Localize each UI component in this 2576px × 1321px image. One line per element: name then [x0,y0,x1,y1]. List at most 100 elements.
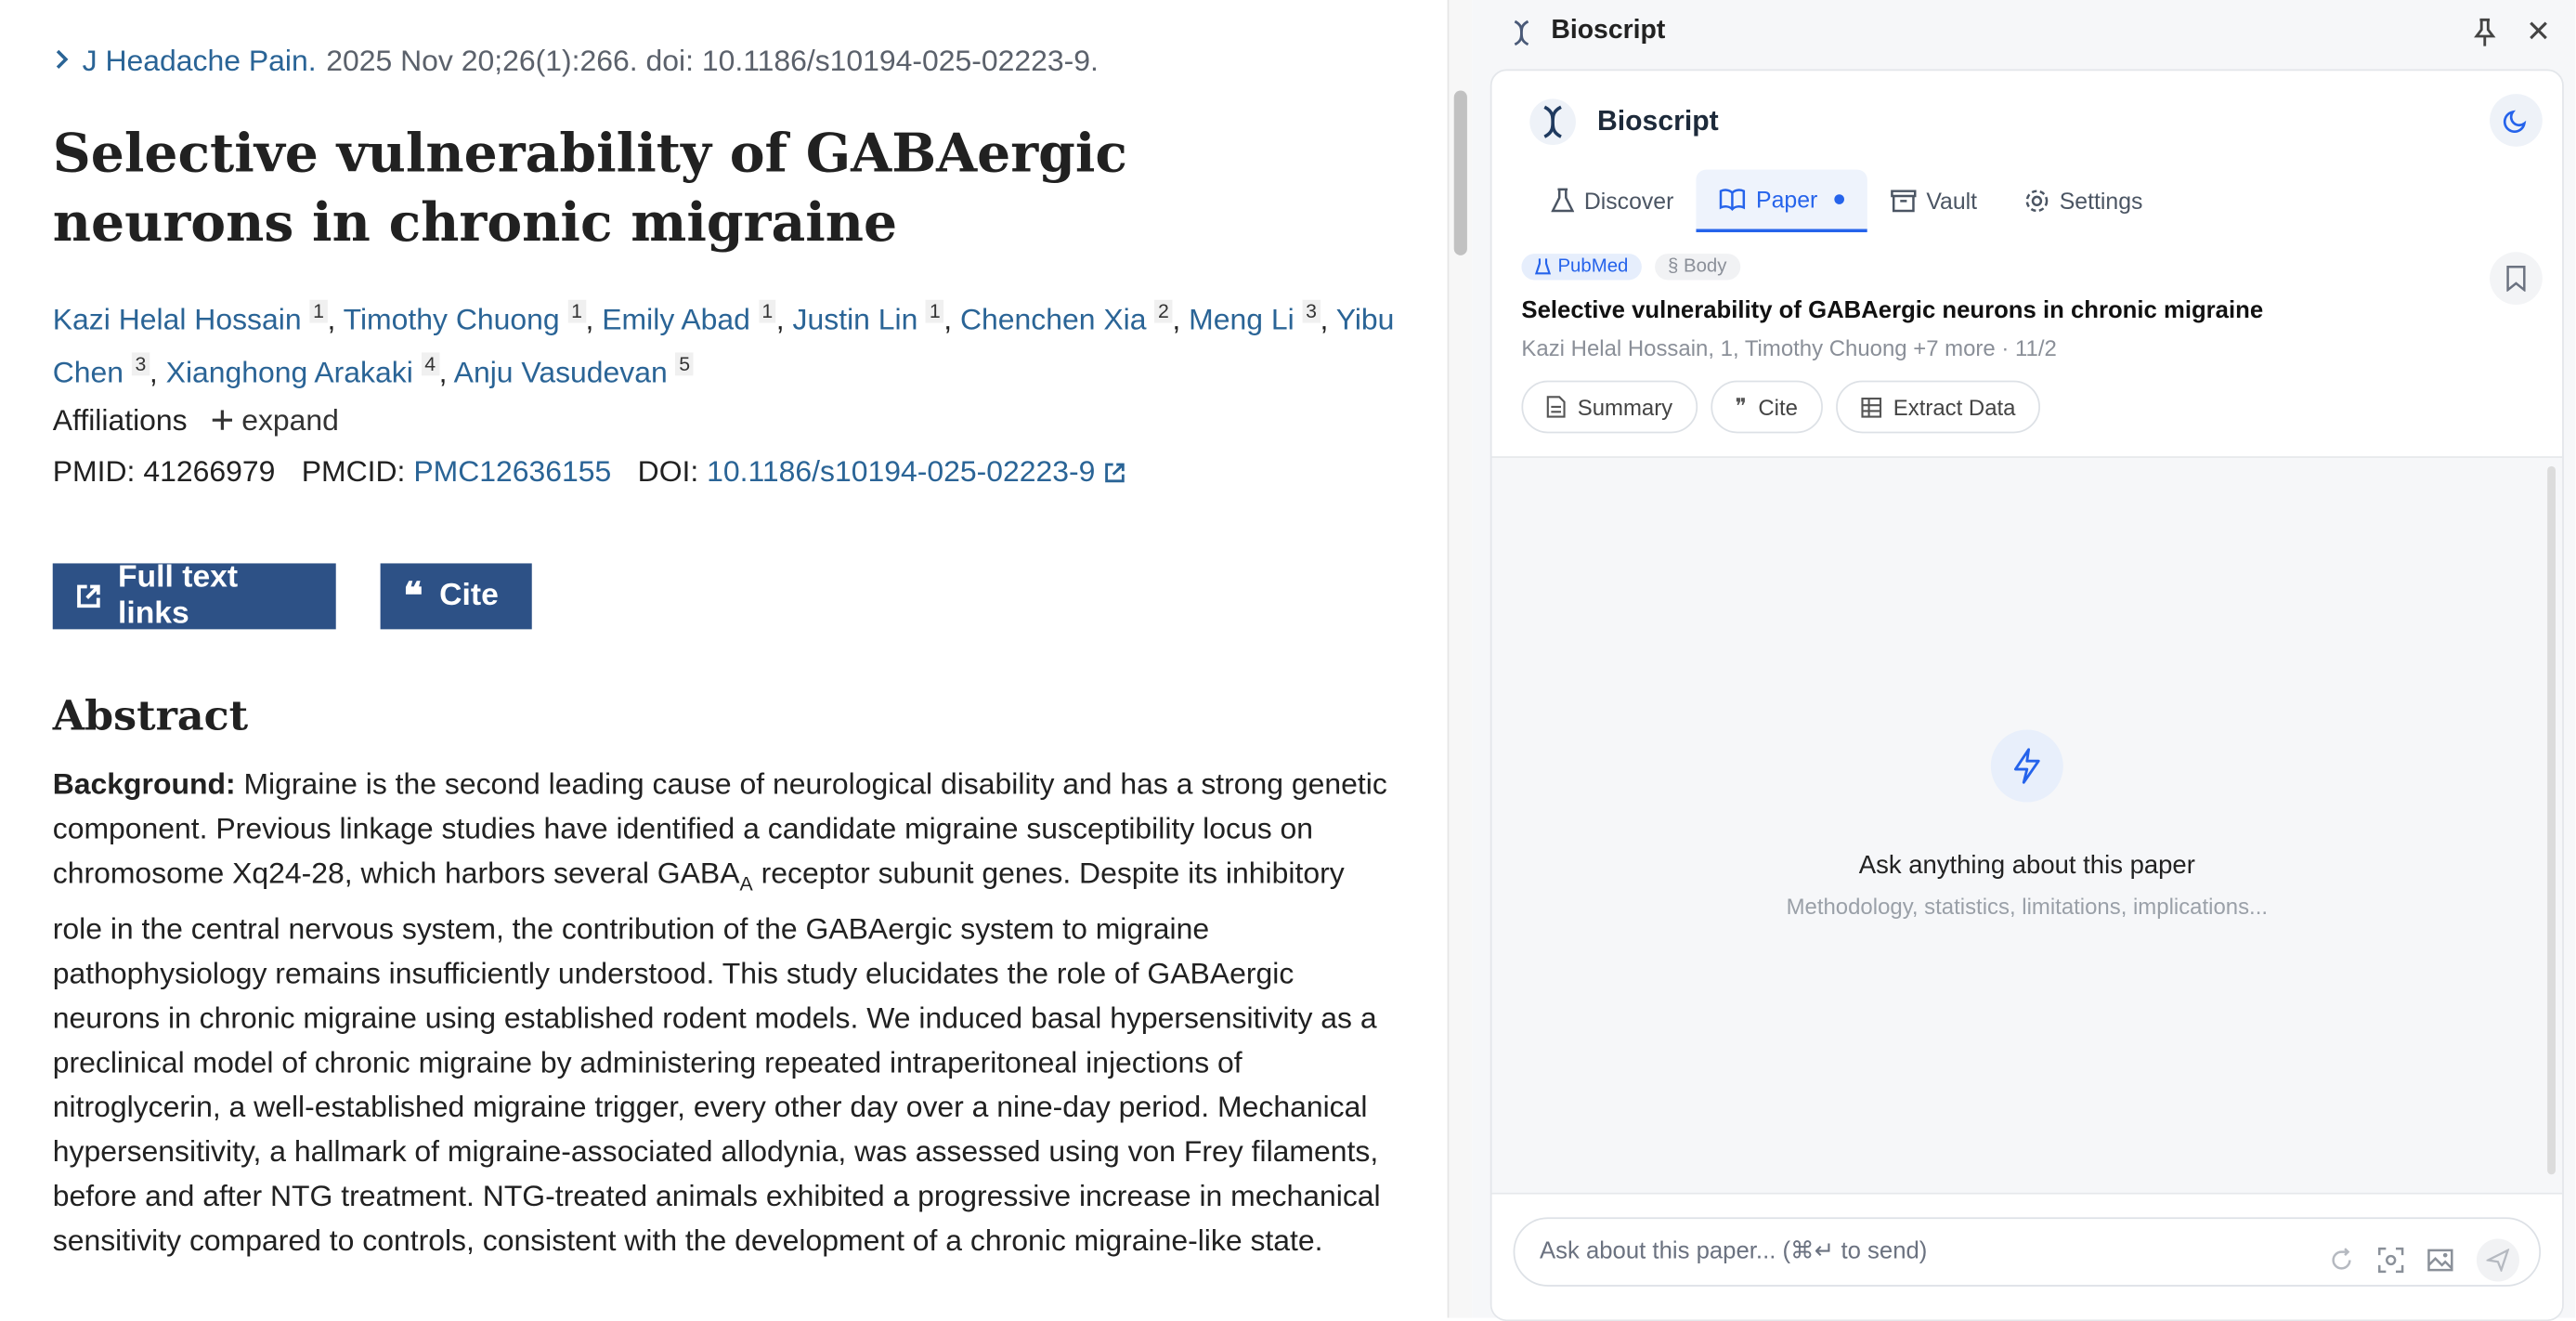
affiliation-ref[interactable]: 1 [758,299,776,323]
extract-data-button[interactable]: Extract Data [1835,380,2041,434]
flask-icon [1551,188,1575,213]
tab-label: Settings [2059,188,2143,215]
doi-link[interactable]: 10.1186/s10194-025-02223-9 [707,454,1095,487]
affiliation-ref[interactable]: 3 [1302,299,1321,323]
panel-card: Bioscript Discover Paper Vault Settings … [1490,69,2564,1321]
affiliation-ref[interactable]: 1 [567,299,586,323]
table-icon [1861,397,1881,417]
gear-icon [2025,190,2048,213]
pmid-value: 41266979 [143,454,276,488]
cite-action-button[interactable]: ❞ Cite [1710,380,1823,434]
tab-settings[interactable]: Settings [2000,170,2166,232]
abstract-part: receptor subunit genes. Despite its inhi… [52,857,1381,1257]
close-icon[interactable]: ✕ [2526,15,2551,49]
cite-button[interactable]: ❝ Cite [380,563,532,630]
external-link-icon[interactable] [1103,461,1126,484]
tab-discover[interactable]: Discover [1529,170,1698,232]
chat-area: Ask anything about this paper Methodolog… [1491,457,2563,1193]
pmcid-label: PMCID: [301,454,406,488]
image-icon[interactable] [2427,1247,2453,1273]
doi-label: DOI: [637,454,699,488]
bioscript-panel: Bioscript ✕ Bioscript Discover Paper Vau… [1472,0,2576,1321]
refresh-icon[interactable] [2328,1247,2354,1273]
author-link[interactable]: Xianghong Arakaki [166,356,413,388]
bioscript-logo-icon [1529,98,1576,146]
send-button[interactable] [2476,1238,2519,1282]
expand-label: expand [241,403,339,437]
lightning-icon [2013,748,2040,784]
author-link[interactable]: Timothy Chuong [344,303,560,335]
scrollbar-thumb[interactable] [1453,90,1467,255]
expand-affiliations-button[interactable]: expand [210,403,339,438]
full-text-links-button[interactable]: Full text links [52,560,336,631]
document-icon [1546,396,1566,418]
affiliation-ref[interactable]: 1 [926,299,944,323]
panel-tabs: Discover Paper Vault Settings [1529,169,2166,233]
pin-icon[interactable] [2470,17,2500,49]
empty-state-subtitle: Methodology, statistics, limitations, im… [1786,894,2269,920]
quote-icon: ❝ [403,574,423,618]
panel-header: Bioscript ✕ [1472,0,2575,66]
brand-name: Bioscript [1597,105,1719,137]
tab-label: Paper [1756,186,1818,213]
paper-title: Selective vulnerability of GABAergic neu… [1521,297,2264,325]
affiliations-row: Affiliations expand [53,403,339,438]
moon-icon [2503,110,2527,133]
source-badges: PubMed § Body [1521,254,1740,281]
input-bar: Ask about this paper... (⌘↵ to send) [1491,1192,2563,1320]
author-link[interactable]: Justin Lin [793,303,918,335]
author-link[interactable]: Meng Li [1189,303,1295,335]
abstract-heading: Abstract [52,691,249,740]
book-open-icon [1720,189,1746,211]
abstract-background-label: Background: [52,767,236,801]
citation-text: 2025 Nov 20;26(1):266. doi: 10.1186/s101… [326,44,1099,78]
affiliation-ref[interactable]: 4 [421,352,439,376]
screenshot-icon[interactable] [2378,1247,2404,1274]
affiliation-ref[interactable]: 2 [1154,299,1173,323]
empty-state-title: Ask anything about this paper [1858,851,2195,880]
summary-button[interactable]: Summary [1521,380,1698,434]
chevron-right-icon[interactable] [53,45,72,79]
article-scrollbar[interactable] [1447,0,1473,1318]
affiliations-label: Affiliations [52,403,188,437]
tab-label: Vault [1926,188,1978,215]
author-link[interactable]: Anju Vasudevan [454,356,668,388]
bolt-icon-badge [1990,729,2063,803]
action-label: Cite [1758,394,1798,420]
affiliation-ref[interactable]: 1 [309,299,328,323]
send-icon [2486,1249,2510,1272]
tab-label: Discover [1583,188,1674,215]
journal-link[interactable]: J Headache Pain. [83,45,317,79]
chat-input[interactable]: Ask about this paper... (⌘↵ to send) [1513,1217,2542,1287]
bookmark-button[interactable] [2490,252,2543,306]
abstract-text: Background: Migraine is the second leadi… [53,763,1395,1262]
theme-toggle-button[interactable] [2490,94,2543,147]
plus-icon [212,410,232,430]
badge-label: PubMed [1557,256,1629,277]
brand-row: Bioscript [1529,98,1719,147]
panel-scrollbar[interactable] [2547,465,2556,1175]
chat-input-placeholder: Ask about this paper... (⌘↵ to send) [1539,1238,1928,1265]
tab-paper[interactable]: Paper [1697,169,1867,233]
affiliation-ref[interactable]: 5 [675,352,694,376]
paper-meta: Kazi Helal Hossain, 1, Timothy Chuong +7… [1521,335,2057,361]
tab-vault[interactable]: Vault [1867,170,2000,232]
author-link[interactable]: Chenchen Xia [960,303,1147,335]
action-label: Extract Data [1893,394,2016,420]
quote-icon: ❞ [1735,393,1747,419]
cite-label: Cite [439,578,499,613]
affiliation-ref[interactable]: 3 [131,352,150,376]
abstract-subscript: A [739,872,753,896]
pmcid-link[interactable]: PMC12636155 [413,454,611,487]
panel-window-title: Bioscript [1551,16,1666,45]
paper-actions: Summary ❞ Cite Extract Data [1521,380,2041,434]
full-text-links-label: Full text links [117,559,239,632]
identifiers-row: PMID: 41266979 PMCID: PMC12636155 DOI: 1… [53,454,1126,489]
author-link[interactable]: Emily Abad [602,303,750,335]
pubmed-badge: PubMed [1521,254,1642,281]
archive-icon [1890,190,1917,213]
author-link[interactable]: Kazi Helal Hossain [53,303,302,335]
action-label: Summary [1577,394,1673,420]
article-pane: J Headache Pain. 2025 Nov 20;26(1):266. … [0,0,1445,1318]
section-badge: § Body [1654,254,1740,281]
